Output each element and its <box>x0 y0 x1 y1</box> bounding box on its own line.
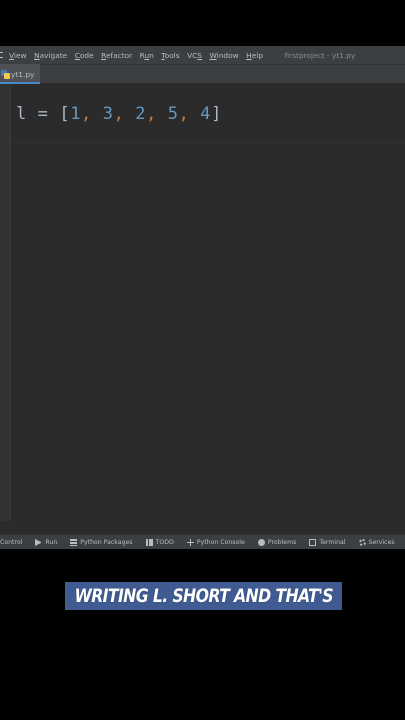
code-assign: = <box>26 104 60 124</box>
code-editor[interactable]: l = [1, 3, 2, 5, 4] <box>12 84 405 521</box>
code-number: 2 <box>135 104 147 124</box>
tool-problems[interactable]: Problems <box>257 538 296 546</box>
menu-vcs[interactable]: VCS <box>187 51 202 60</box>
code-bracket-close: ] <box>211 104 222 124</box>
layers-icon <box>70 538 78 546</box>
tool-todo[interactable]: TODO <box>145 538 174 546</box>
window-title: firstproject - yt1.py <box>284 50 356 60</box>
info-icon <box>257 538 265 546</box>
ide-window: View Navigate Code Refactor Run Tools VC… <box>0 46 405 549</box>
code-number: 1 <box>70 104 82 124</box>
code-comma: , <box>146 104 168 124</box>
menu-bar: View Navigate Code Refactor Run Tools VC… <box>0 46 405 64</box>
menu-help[interactable]: Help <box>246 51 263 60</box>
code-bracket-open: [ <box>59 104 71 124</box>
menu-code[interactable]: Code <box>75 51 94 60</box>
menu-view[interactable]: View <box>9 51 27 60</box>
run-icon <box>35 538 42 546</box>
code-number: 4 <box>200 104 212 124</box>
code-number: 5 <box>167 104 179 124</box>
tool-terminal[interactable]: Terminal <box>309 538 346 546</box>
menu-run[interactable]: Run <box>140 51 154 60</box>
caption-text: WRITING L. SHORT AND THAT'S <box>74 585 333 607</box>
video-letterbox-top <box>0 0 405 46</box>
list-icon <box>145 538 153 546</box>
menu-edge-icon <box>0 50 3 60</box>
code-variable: l <box>16 104 27 124</box>
current-line-highlight <box>12 142 405 143</box>
tool-python-console[interactable]: Python Console <box>186 538 245 546</box>
tool-window-bar: Control Run Python Packages TODO Python … <box>0 534 405 549</box>
line-gutter[interactable] <box>0 84 11 521</box>
gear-icon <box>358 538 366 546</box>
menu-tools[interactable]: Tools <box>161 51 179 60</box>
menu-window[interactable]: Window <box>210 51 239 60</box>
code-number: 3 <box>102 104 114 124</box>
terminal-icon <box>309 538 317 546</box>
tool-control[interactable]: Control <box>0 539 22 546</box>
code-comma: , <box>178 104 201 124</box>
console-icon <box>186 538 194 546</box>
menu-refactor[interactable]: Refactor <box>101 51 132 60</box>
tool-python-packages[interactable]: Python Packages <box>70 538 133 546</box>
code-line-1[interactable]: l = [1, 3, 2, 5, 4] <box>16 104 222 124</box>
tab-label: yt1.py <box>11 69 35 79</box>
python-file-icon <box>1 69 10 79</box>
tab-yt1-py[interactable]: yt1.py <box>0 64 41 84</box>
code-comma: , <box>81 104 103 124</box>
editor-tab-bar: yt1.py <box>0 64 405 84</box>
tool-run[interactable]: Run <box>35 538 57 546</box>
menu-navigate[interactable]: Navigate <box>34 51 67 60</box>
code-comma: , <box>113 104 136 124</box>
tool-services[interactable]: Services <box>358 538 395 546</box>
video-caption: WRITING L. SHORT AND THAT'S <box>65 582 342 610</box>
